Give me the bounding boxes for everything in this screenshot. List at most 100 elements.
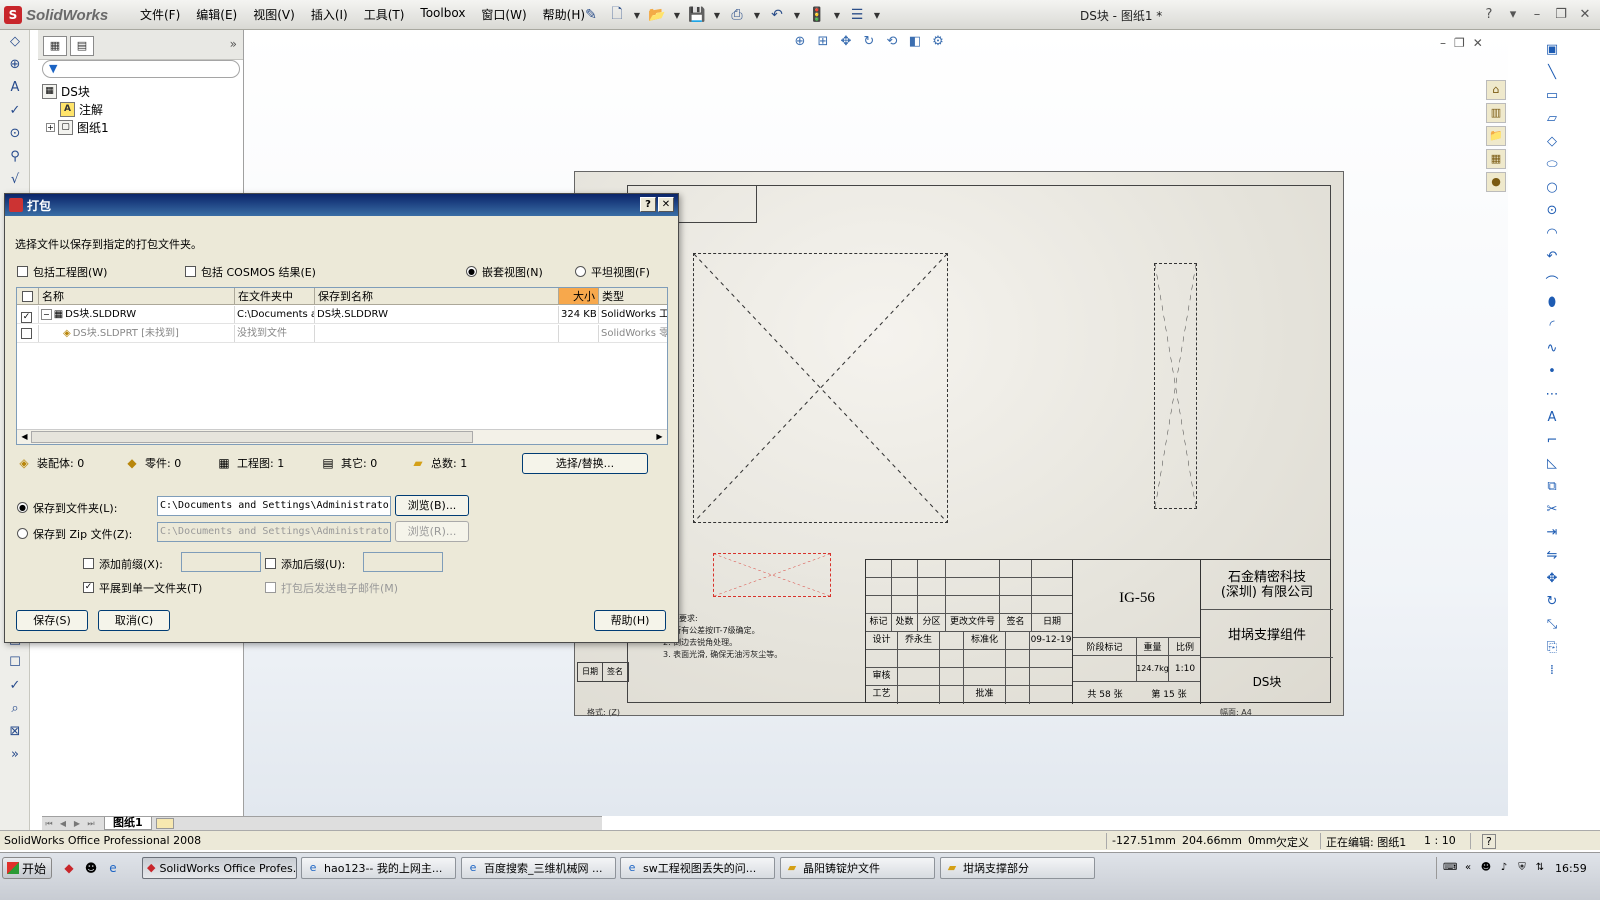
cancel-button[interactable]: 取消(C) bbox=[98, 610, 170, 631]
line-icon[interactable]: ╲ bbox=[1540, 65, 1564, 86]
next-sheet-icon[interactable]: ▶ bbox=[70, 818, 84, 830]
solidworks-logo[interactable]: S SolidWorks bbox=[4, 4, 108, 26]
qq-icon[interactable]: ☻ bbox=[82, 859, 100, 877]
linear-pattern-icon[interactable]: ⁞ bbox=[1540, 663, 1564, 684]
column-save-to-name[interactable]: 保存到名称 bbox=[315, 288, 559, 304]
extend-icon[interactable]: ⇥ bbox=[1540, 525, 1564, 546]
status-scale[interactable]: 1 : 10 bbox=[1424, 834, 1456, 847]
file-row-checkbox[interactable]: ✓ bbox=[21, 312, 32, 323]
spell-check-icon[interactable]: ✓ bbox=[3, 675, 27, 697]
feature-filter-input[interactable]: ▼ bbox=[42, 60, 240, 78]
rotate-icon[interactable]: ↻ bbox=[1540, 594, 1564, 615]
save-to-folder-label[interactable]: 保存到文件夹(L): bbox=[33, 500, 117, 516]
scroll-right-arrow-icon[interactable]: ▶ bbox=[653, 431, 666, 443]
menu-edit[interactable]: 编辑(E) bbox=[188, 6, 245, 23]
tray-expand-icon[interactable]: « bbox=[1461, 861, 1475, 875]
folder-path-input[interactable]: C:\Documents and Settings\Administrator bbox=[157, 496, 391, 516]
surface-finish-icon[interactable]: √ bbox=[3, 169, 27, 191]
drawing-view-selected[interactable] bbox=[713, 553, 831, 597]
select-all-checkbox-column[interactable] bbox=[17, 288, 39, 304]
menu-file[interactable]: 文件(F) bbox=[132, 6, 188, 23]
column-size[interactable]: 大小 bbox=[559, 288, 599, 304]
parallelogram-icon[interactable]: ▱ bbox=[1540, 111, 1564, 132]
camera-icon[interactable]: ▣ bbox=[1540, 42, 1564, 63]
drawing-sheet[interactable]: 技术要求: 1. 所有公差按IT-7级确定。 2. 倒边去锐角处理。 3. 表面… bbox=[574, 171, 1344, 717]
spell-check-icon[interactable]: ✓ bbox=[3, 100, 27, 122]
options-icon[interactable]: ☰ bbox=[846, 4, 868, 26]
flat-view-radio[interactable] bbox=[575, 266, 586, 277]
tree-sheet-node[interactable]: + ▢ 图纸1 bbox=[42, 118, 242, 136]
prev-sheet-icon[interactable]: ◀ bbox=[56, 818, 70, 830]
spline-icon[interactable]: ∿ bbox=[1540, 341, 1564, 362]
menu-tools[interactable]: 工具(T) bbox=[356, 6, 413, 23]
design-library-icon[interactable]: ▥ bbox=[1486, 103, 1506, 123]
menu-window[interactable]: 窗口(W) bbox=[473, 6, 534, 23]
pan-icon[interactable]: ✥ bbox=[836, 34, 856, 52]
open-folder-icon[interactable]: 📂 bbox=[646, 4, 668, 26]
zoom-to-area-icon[interactable]: ⊞ bbox=[813, 34, 833, 52]
dropdown-arrow-icon[interactable]: ▼ bbox=[672, 4, 682, 26]
nested-view-label[interactable]: 嵌套视图(N) bbox=[482, 264, 543, 280]
start-button[interactable]: 开始 bbox=[2, 857, 52, 879]
save-icon[interactable]: 💾 bbox=[686, 4, 708, 26]
balloon-icon[interactable]: ⊙ bbox=[3, 123, 27, 145]
add-suffix-checkbox[interactable] bbox=[265, 558, 276, 569]
more-tools-icon[interactable]: » bbox=[3, 744, 27, 766]
dropdown-arrow-icon[interactable]: ▼ bbox=[712, 4, 722, 26]
prefix-input[interactable] bbox=[181, 552, 261, 572]
move-icon[interactable]: ✥ bbox=[1540, 571, 1564, 592]
file-row[interactable]: ✓ −▦DS块.SLDDRW C:\Documents and DS块.SLDD… bbox=[17, 306, 667, 324]
add-prefix-label[interactable]: 添加前缀(X): bbox=[99, 556, 163, 572]
offset-icon[interactable]: ⧉ bbox=[1540, 479, 1564, 500]
previous-view-icon[interactable]: ⟲ bbox=[882, 34, 902, 52]
scale-icon[interactable]: ⤡ bbox=[1540, 617, 1564, 638]
dialog-close-button[interactable]: ✕ bbox=[658, 197, 674, 212]
doc-close-button[interactable]: ✕ bbox=[1473, 36, 1483, 50]
copy-icon[interactable]: ⎘ bbox=[1540, 640, 1564, 661]
point-icon[interactable]: • bbox=[1540, 364, 1564, 385]
select-replace-button[interactable]: 选择/替换... bbox=[522, 453, 648, 474]
three-point-arc-icon[interactable]: ⌒ bbox=[1540, 272, 1564, 293]
menu-view[interactable]: 视图(V) bbox=[245, 6, 303, 23]
solidworks-launch-icon[interactable]: ◆ bbox=[60, 859, 78, 877]
close-button[interactable]: ✕ bbox=[1576, 4, 1594, 24]
rebuild-traffic-light-icon[interactable]: 🚦 bbox=[806, 4, 828, 26]
display-style-icon[interactable]: ◧ bbox=[905, 34, 925, 52]
file-save-name[interactable]: DS块.SLDDRW bbox=[315, 306, 559, 323]
rectangle-icon[interactable]: ▭ bbox=[1540, 88, 1564, 109]
flatten-folder-checkbox[interactable]: ✓ bbox=[83, 582, 94, 593]
print-icon[interactable]: ⎙ bbox=[726, 4, 748, 26]
include-cosmos-label[interactable]: 包括 COSMOS 结果(E) bbox=[201, 264, 316, 280]
dropdown-arrow-icon[interactable]: ▼ bbox=[752, 4, 762, 26]
status-help-icon[interactable]: ? bbox=[1482, 834, 1496, 849]
slot-icon[interactable]: ⬭ bbox=[1540, 157, 1564, 178]
first-sheet-icon[interactable]: ⏮ bbox=[42, 818, 56, 830]
taskbar-item-solidworks[interactable]: ◆ SolidWorks Office Profes... bbox=[142, 857, 297, 879]
sheet-tab-active[interactable]: 图纸1 bbox=[104, 817, 152, 830]
dropdown-arrow-icon[interactable]: ▼ bbox=[632, 4, 642, 26]
email-after-checkbox[interactable] bbox=[265, 582, 276, 593]
dropdown-arrow-icon[interactable]: ▾ bbox=[1504, 4, 1522, 24]
browse-button[interactable]: 浏览(B)... bbox=[395, 495, 469, 516]
new-document-icon[interactable]: 🗋 bbox=[606, 4, 628, 26]
partial-ellipse-icon[interactable]: ◜ bbox=[1540, 318, 1564, 339]
add-prefix-checkbox[interactable] bbox=[83, 558, 94, 569]
trim-icon[interactable]: ✂ bbox=[1540, 502, 1564, 523]
clock[interactable]: 16:59 bbox=[1555, 862, 1587, 875]
text-icon[interactable]: A bbox=[1540, 410, 1564, 431]
note-icon[interactable]: A bbox=[3, 77, 27, 99]
browse-zip-button[interactable]: 浏览(R)... bbox=[395, 521, 469, 542]
drawing-view-main[interactable] bbox=[693, 253, 948, 523]
model-items-icon[interactable]: ⊕ bbox=[3, 54, 27, 76]
tree-annotations-node[interactable]: A 注解 bbox=[42, 100, 242, 118]
fillet-icon[interactable]: ⌐ bbox=[1540, 433, 1564, 454]
rotate-view-icon[interactable]: ↻ bbox=[859, 34, 879, 52]
taskbar-item-folder-crucible[interactable]: ▰ 坩埚支撑部分 bbox=[940, 857, 1095, 879]
drawing-view-side[interactable] bbox=[1154, 263, 1197, 509]
file-save-name[interactable] bbox=[315, 325, 559, 342]
flatten-folder-label[interactable]: 平展到单一文件夹(T) bbox=[99, 580, 202, 596]
collapse-panel-button[interactable]: » bbox=[230, 37, 237, 51]
taskbar-item-folder-ingot[interactable]: ▰ 晶阳铸锭炉文件 bbox=[780, 857, 935, 879]
dropdown-arrow-icon[interactable]: ▼ bbox=[832, 4, 842, 26]
view-palette-icon[interactable]: ▦ bbox=[1486, 149, 1506, 169]
